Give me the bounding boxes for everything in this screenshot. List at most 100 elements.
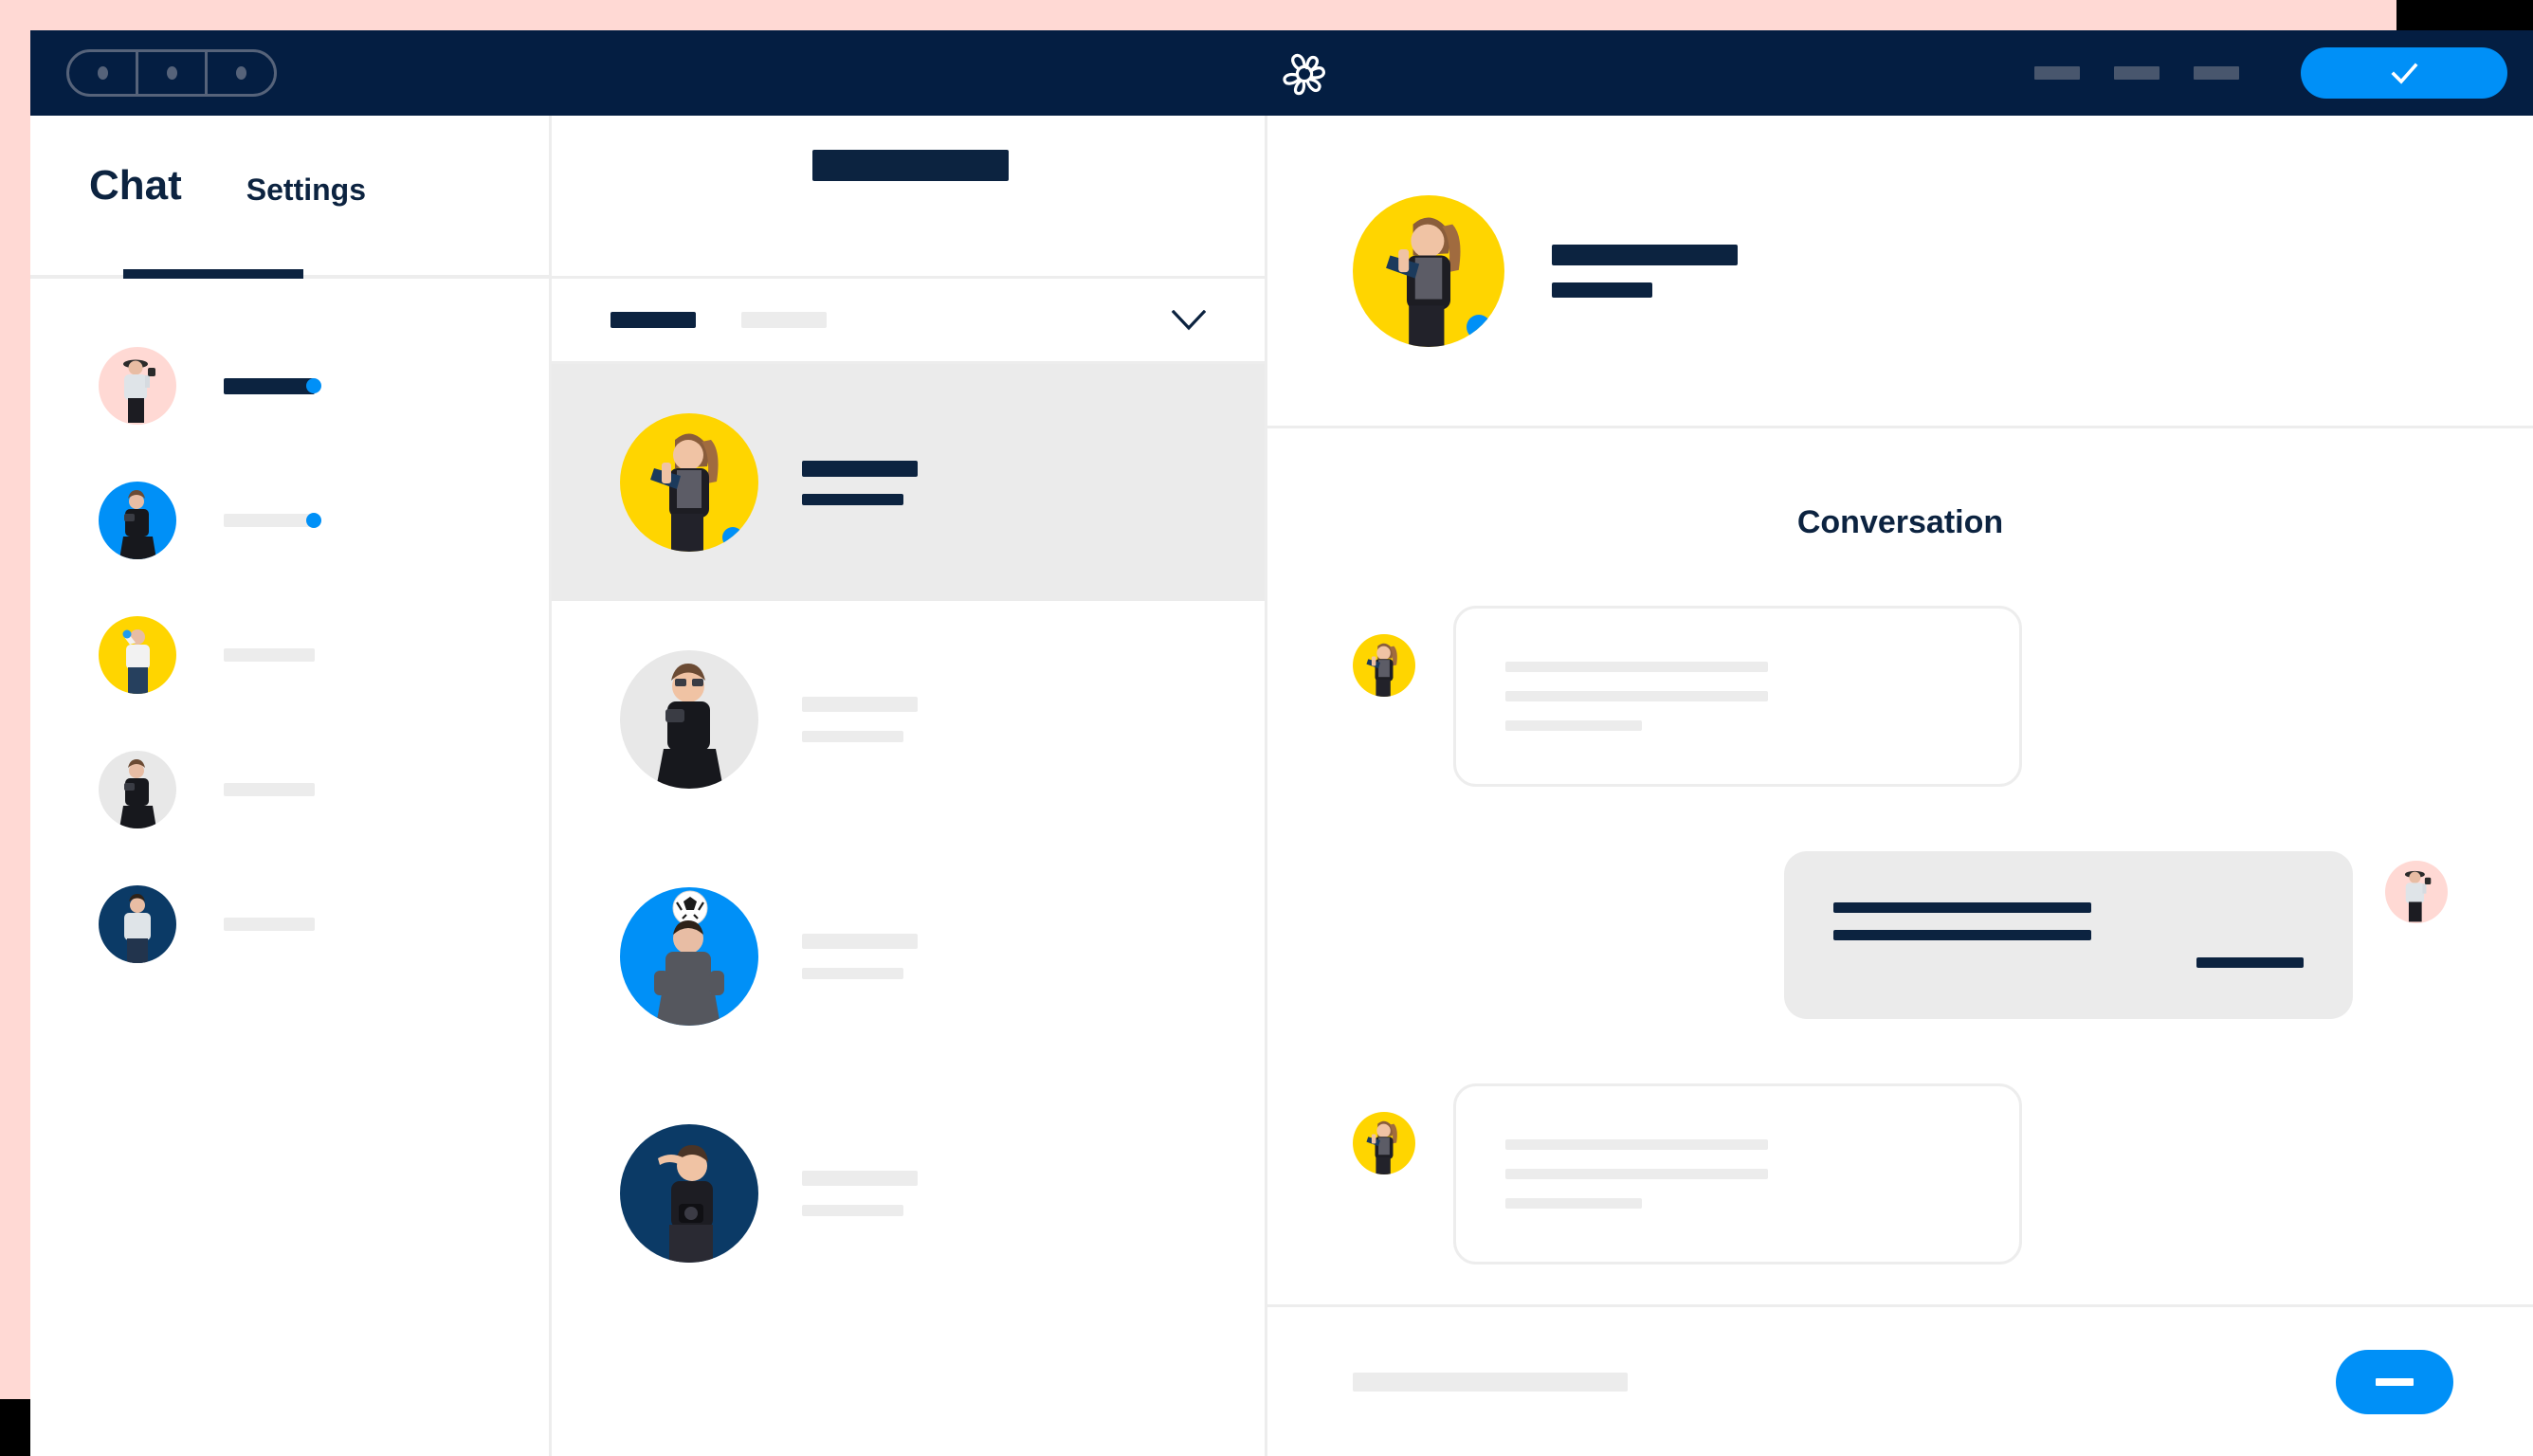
black-corner-top-right	[2396, 0, 2533, 30]
tab-settings[interactable]: Settings	[246, 165, 366, 205]
contact-name-redacted	[224, 377, 315, 394]
avatar	[620, 887, 758, 1026]
message-input[interactable]	[1353, 1372, 1628, 1392]
conversation-name-redacted	[802, 697, 918, 712]
list-item[interactable]	[30, 722, 549, 857]
black-corner-bottom-left	[0, 1399, 30, 1456]
avatar	[99, 347, 176, 425]
message-line-redacted	[2196, 957, 2304, 968]
avatar	[99, 885, 176, 963]
window-control-maximize[interactable]	[138, 52, 208, 94]
conversation-subtitle-redacted	[1552, 282, 1652, 298]
nav-link-3[interactable]	[2194, 66, 2239, 80]
conversation-preview-redacted	[802, 493, 903, 505]
list-item-meta	[224, 514, 315, 527]
contact-name-redacted	[224, 918, 315, 931]
app-body: Chat Settings Conversation	[30, 116, 2533, 1456]
avatar	[2385, 861, 2448, 923]
conversation-title-redacted	[1552, 244, 1738, 265]
conversation-preview-redacted	[802, 1205, 903, 1216]
avatar	[620, 1124, 758, 1263]
conversation-panel: Conversation	[1267, 116, 2533, 1456]
window-control-close[interactable]	[208, 52, 274, 94]
list-item[interactable]	[30, 857, 549, 992]
message-composer	[1267, 1304, 2533, 1456]
avatar	[99, 751, 176, 828]
sidebar-panel: Chat Settings	[30, 116, 549, 1456]
conversation-preview-redacted	[802, 968, 903, 979]
avatar	[1353, 1112, 1415, 1174]
conversation-items	[552, 364, 1265, 1456]
list-item[interactable]	[30, 453, 549, 588]
send-label-redacted	[2376, 1377, 2414, 1386]
top-navigation-bar	[30, 30, 2533, 116]
message-row-incoming	[1267, 606, 2533, 787]
conversation-item[interactable]	[552, 838, 1265, 1075]
avatar	[99, 616, 176, 694]
list-item[interactable]	[30, 588, 549, 722]
nav-link-1[interactable]	[2034, 66, 2080, 80]
conversation-preview-redacted	[802, 731, 903, 742]
message-line-redacted	[1505, 720, 1642, 731]
message-line-redacted	[1505, 1169, 1768, 1179]
message-line-redacted	[1505, 1139, 1768, 1150]
nav-link-2[interactable]	[2114, 66, 2159, 80]
message-line-redacted	[1505, 691, 1768, 701]
conversation-header	[1267, 116, 2533, 428]
conversation-item-meta	[802, 460, 918, 505]
app-window: Chat Settings Conversation	[0, 0, 2533, 1456]
conversation-name-redacted	[802, 1171, 918, 1186]
avatar	[620, 650, 758, 789]
conversation-list-panel	[552, 116, 1265, 1456]
online-status-badge	[722, 527, 743, 548]
filter-secondary-label-redacted[interactable]	[741, 312, 827, 328]
pink-left-margin	[0, 0, 30, 1399]
dot-icon	[166, 66, 177, 80]
unread-indicator	[306, 378, 321, 393]
check-icon	[2391, 63, 2418, 84]
conversation-list-filter	[552, 279, 1265, 364]
primary-cta-button[interactable]	[2301, 47, 2507, 99]
list-item-meta	[224, 918, 315, 931]
message-line-redacted	[1833, 902, 2091, 913]
conversation-item[interactable]	[552, 1075, 1265, 1312]
online-status-badge	[1467, 314, 1491, 339]
conversation-item-meta	[802, 934, 918, 979]
message-line-redacted	[1505, 662, 1768, 672]
list-item[interactable]	[30, 318, 549, 453]
list-header-title-redacted	[812, 150, 1009, 181]
contact-list	[30, 279, 549, 992]
thread-heading: Conversation	[1796, 504, 2004, 540]
tab-chat[interactable]: Chat	[89, 165, 182, 207]
message-thread: Conversation	[1267, 428, 2533, 1304]
conversation-item-meta	[802, 1171, 918, 1216]
sidebar-tabs: Chat Settings	[30, 116, 549, 279]
contact-name-redacted	[224, 648, 315, 662]
avatar	[1353, 634, 1415, 697]
conversation-item-selected[interactable]	[552, 364, 1265, 601]
avatar[interactable]	[1353, 194, 1504, 347]
dot-icon	[97, 66, 108, 80]
conversation-list-header	[552, 116, 1265, 279]
message-line-redacted	[1833, 930, 2091, 940]
conversation-name-redacted	[802, 460, 918, 477]
message-row-outgoing	[1267, 851, 2533, 1019]
message-row-incoming	[1267, 1083, 2533, 1265]
conversation-header-meta	[1552, 244, 1738, 298]
send-button[interactable]	[2336, 1349, 2453, 1414]
message-bubble	[1453, 1083, 2022, 1265]
message-bubble	[1453, 606, 2022, 787]
conversation-item-meta	[802, 697, 918, 742]
avatar	[620, 413, 758, 552]
conversation-item[interactable]	[552, 601, 1265, 838]
chevron-down-icon[interactable]	[1171, 309, 1207, 331]
window-control-minimize[interactable]	[69, 52, 138, 94]
filter-active-label-redacted[interactable]	[610, 312, 696, 328]
window-controls-group[interactable]	[66, 49, 277, 97]
unread-indicator	[306, 513, 321, 528]
active-tab-indicator	[123, 269, 303, 279]
pinwheel-logo-icon[interactable]	[1280, 49, 1329, 99]
message-bubble	[1784, 851, 2353, 1019]
conversation-name-redacted	[802, 934, 918, 949]
dot-icon	[235, 66, 246, 80]
